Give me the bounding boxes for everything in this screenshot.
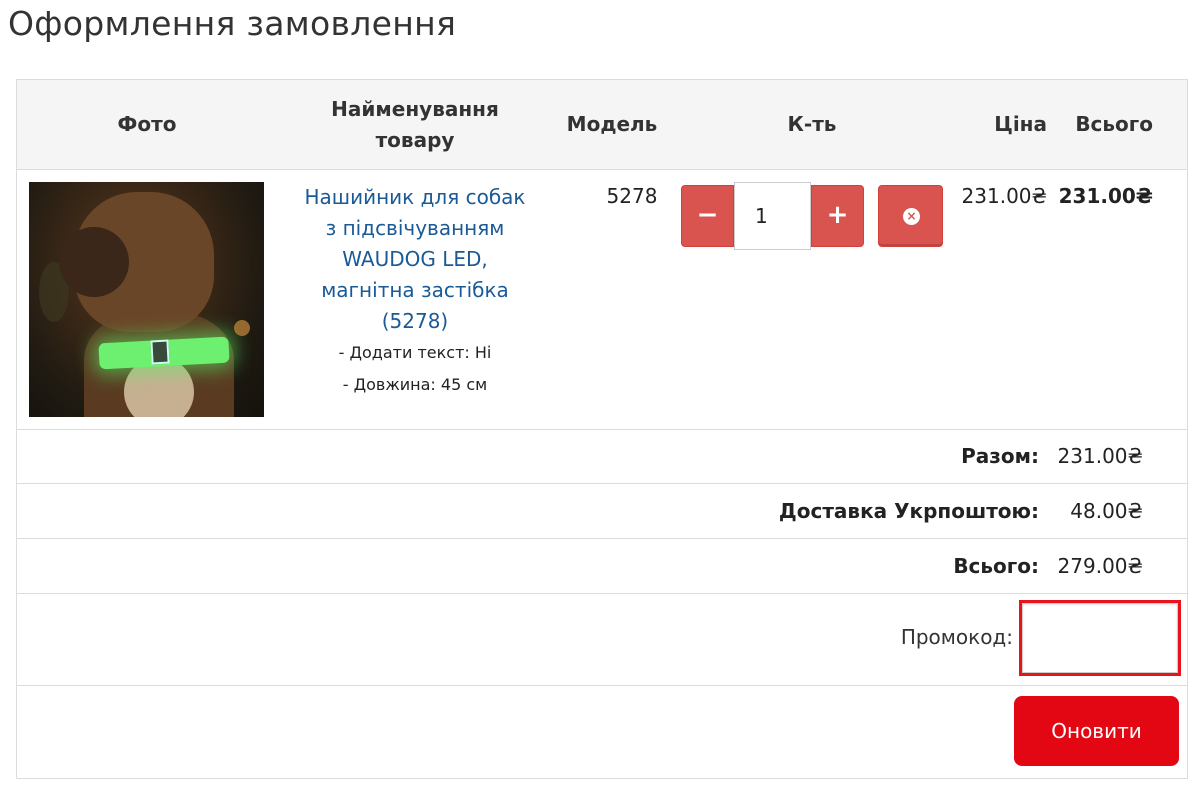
header-model: Модель xyxy=(566,112,658,136)
shipping-row: Доставка Укрпоштою: 48.00₴ xyxy=(17,484,1187,539)
update-row: Оновити xyxy=(17,686,1187,780)
line-total: 231.00₴ xyxy=(1058,184,1153,208)
increase-quantity-button[interactable]: + xyxy=(811,185,864,247)
quantity-input[interactable] xyxy=(734,182,811,250)
product-link[interactable]: Нашийник для собак з підсвічуванням WAUD… xyxy=(285,182,545,337)
grand-total-row: Всього: 279.00₴ xyxy=(17,539,1187,594)
subtotal-label: Разом: xyxy=(961,444,1039,468)
grand-total-value: 279.00₴ xyxy=(1057,554,1143,578)
header-photo: Фото xyxy=(117,112,177,136)
product-option-length: - Довжина: 45 см xyxy=(342,375,488,394)
decrease-quantity-button[interactable]: − xyxy=(681,185,734,247)
minus-icon: − xyxy=(696,200,719,230)
promo-label: Промокод: xyxy=(900,625,1013,649)
table-row: Нашийник для собак з підсвічуванням WAUD… xyxy=(17,170,1187,430)
grand-total-label: Всього: xyxy=(953,554,1039,578)
cart-table: Фото Найменування товару Модель К-ть Цін… xyxy=(16,79,1188,779)
header-qty: К-ть xyxy=(787,112,837,136)
remove-item-button[interactable]: × xyxy=(878,185,943,247)
product-photo[interactable] xyxy=(29,182,264,417)
promo-row: Промокод: xyxy=(17,593,1187,686)
product-name-cell: Нашийник для собак з підсвічуванням WAUD… xyxy=(285,182,545,401)
remove-circle-icon: × xyxy=(903,208,920,225)
header-total: Всього xyxy=(1075,112,1153,136)
header-price: Ціна xyxy=(994,112,1047,136)
subtotal-value: 231.00₴ xyxy=(1057,444,1143,468)
shipping-label: Доставка Укрпоштою: xyxy=(778,499,1039,523)
table-header: Фото Найменування товару Модель К-ть Цін… xyxy=(17,80,1187,170)
shipping-value: 48.00₴ xyxy=(1070,499,1143,523)
page-title: Оформлення замовлення xyxy=(8,4,457,43)
plus-icon: + xyxy=(826,200,849,230)
subtotal-row: Разом: 231.00₴ xyxy=(17,429,1187,484)
promo-code-input[interactable] xyxy=(1022,603,1178,673)
product-model: 5278 xyxy=(606,184,658,208)
product-option-text: - Додати текст: Ні xyxy=(338,343,492,362)
header-name: Найменування товару xyxy=(331,97,499,152)
unit-price: 231.00₴ xyxy=(961,184,1047,208)
update-button[interactable]: Оновити xyxy=(1014,696,1179,766)
